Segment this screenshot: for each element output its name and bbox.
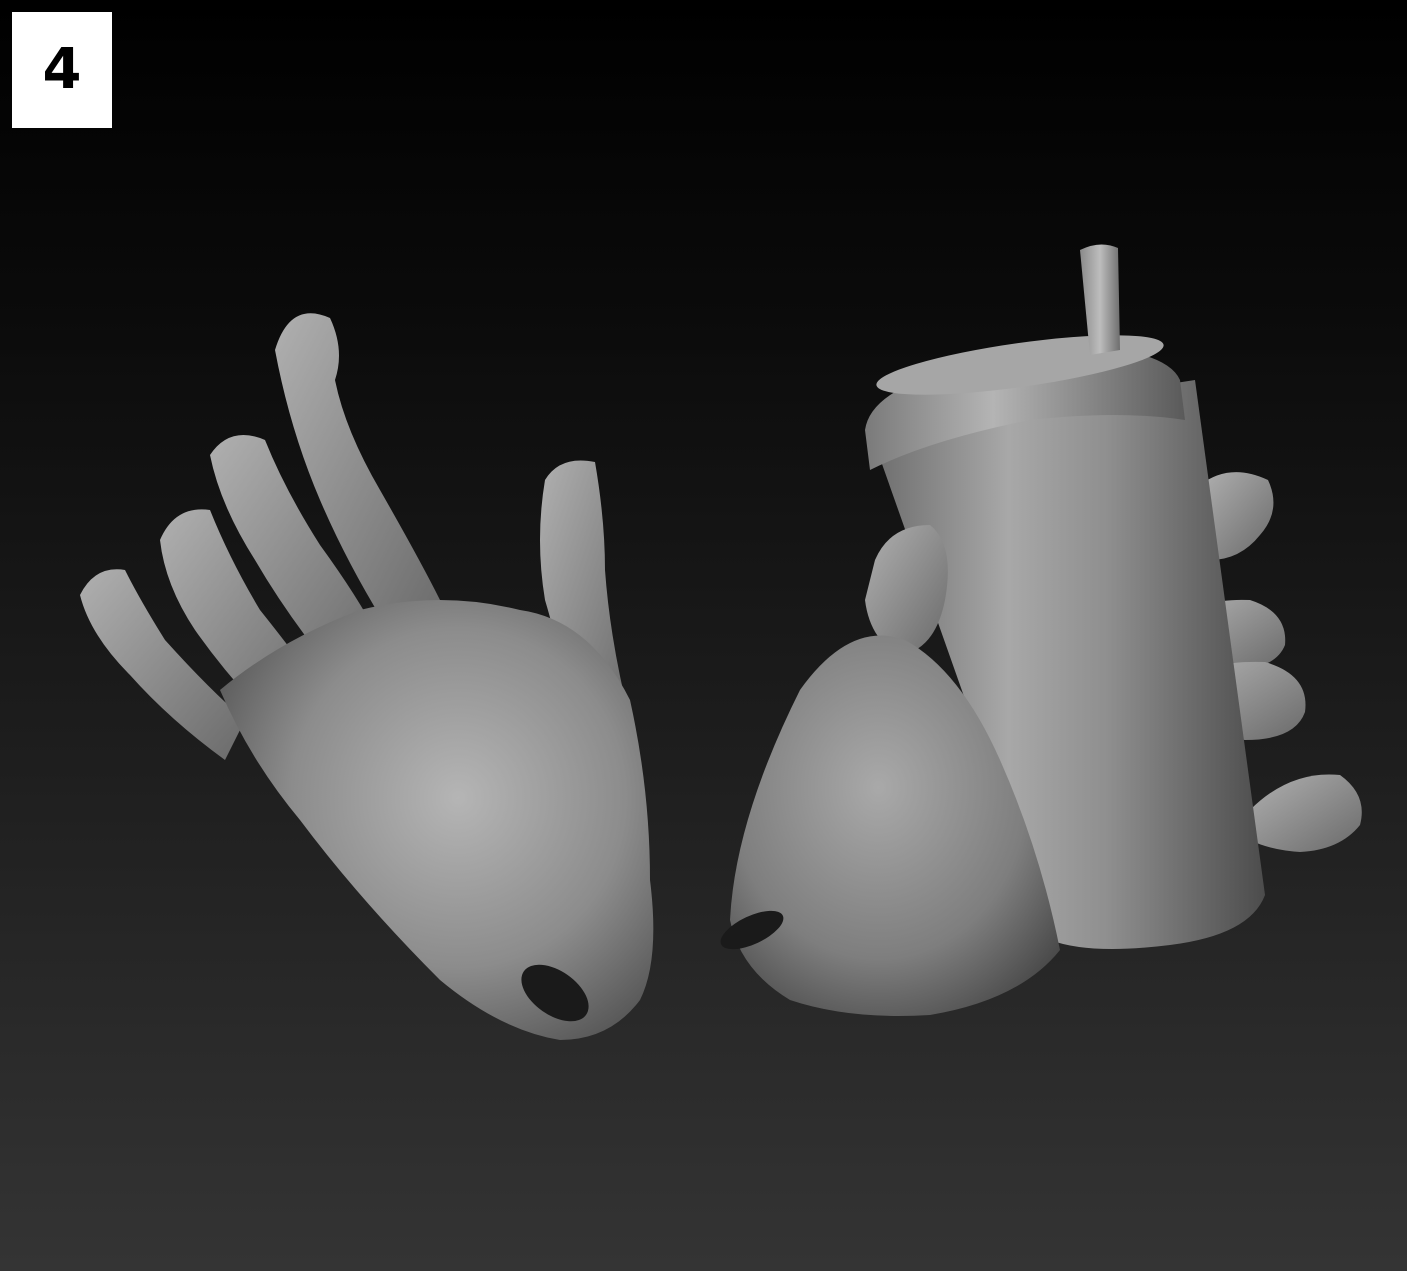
right-hand-model [720, 244, 1362, 1016]
left-hand-model [80, 313, 654, 1040]
right-finger-pinky [1250, 774, 1362, 852]
left-palm [220, 600, 654, 1040]
right-thumb [865, 525, 948, 655]
render-scene [80, 244, 1362, 1040]
